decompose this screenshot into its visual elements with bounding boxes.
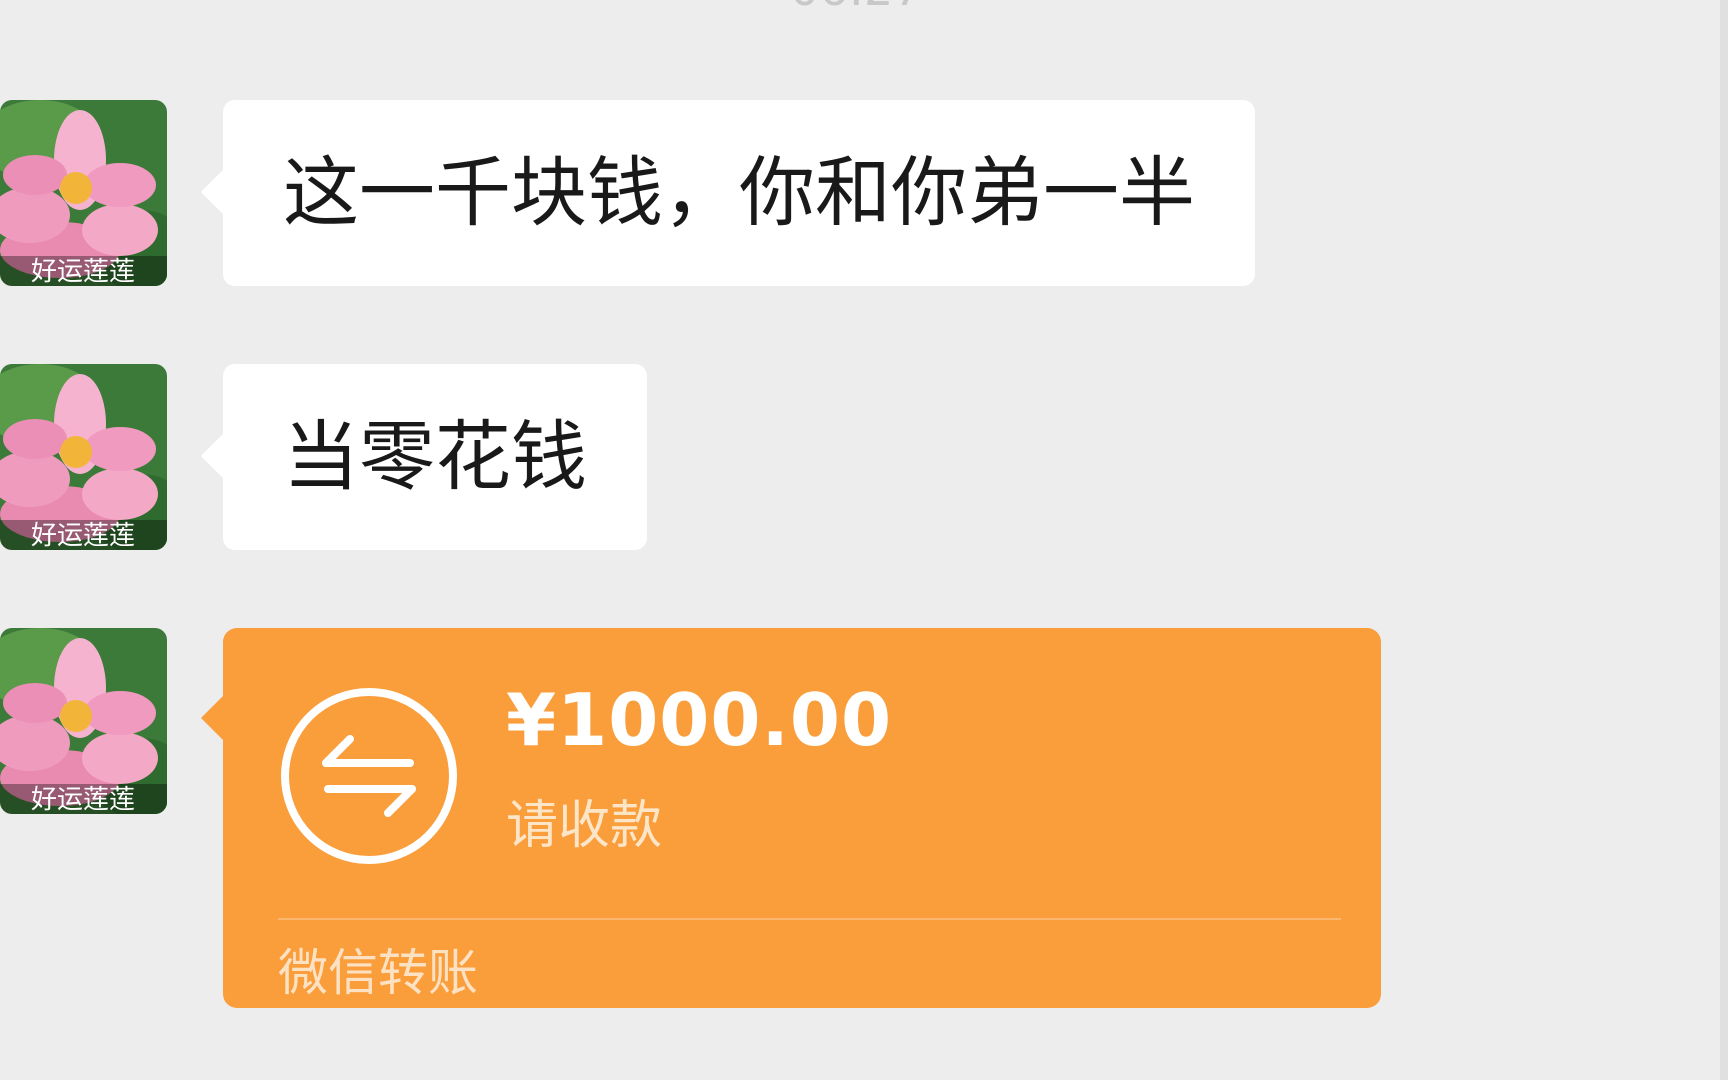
avatar-caption: 好运莲莲 (31, 257, 135, 286)
right-edge (1720, 0, 1728, 1080)
lotus-icon: 好运莲莲 (0, 364, 167, 550)
avatar-caption: 好运莲莲 (31, 785, 135, 814)
chat-message-list[interactable]: 06:27 好运莲莲 这一千块钱，你和你弟一半 (0, 0, 1728, 1080)
lotus-icon: 好运莲莲 (0, 100, 167, 286)
timestamp-cutoff: 06:27 (790, 0, 923, 16)
transfer-exchange-icon (281, 688, 457, 864)
avatar[interactable]: 好运莲莲 (0, 364, 167, 550)
lotus-icon: 好运莲莲 (0, 628, 167, 814)
transfer-status: 请收款 (506, 796, 663, 856)
transfer-footer: 微信转账 (278, 944, 478, 1002)
avatar[interactable]: 好运莲莲 (0, 100, 167, 286)
transfer-card[interactable]: ¥1000.00 请收款 微信转账 (201, 628, 1381, 1008)
transfer-divider (278, 918, 1341, 920)
avatar[interactable]: 好运莲莲 (0, 628, 167, 814)
transfer-amount: ¥1000.00 (506, 678, 893, 762)
message-bubble[interactable]: 当零花钱 (201, 364, 647, 550)
message-bubble[interactable]: 这一千块钱，你和你弟一半 (201, 100, 1255, 286)
avatar-caption: 好运莲莲 (31, 521, 135, 550)
